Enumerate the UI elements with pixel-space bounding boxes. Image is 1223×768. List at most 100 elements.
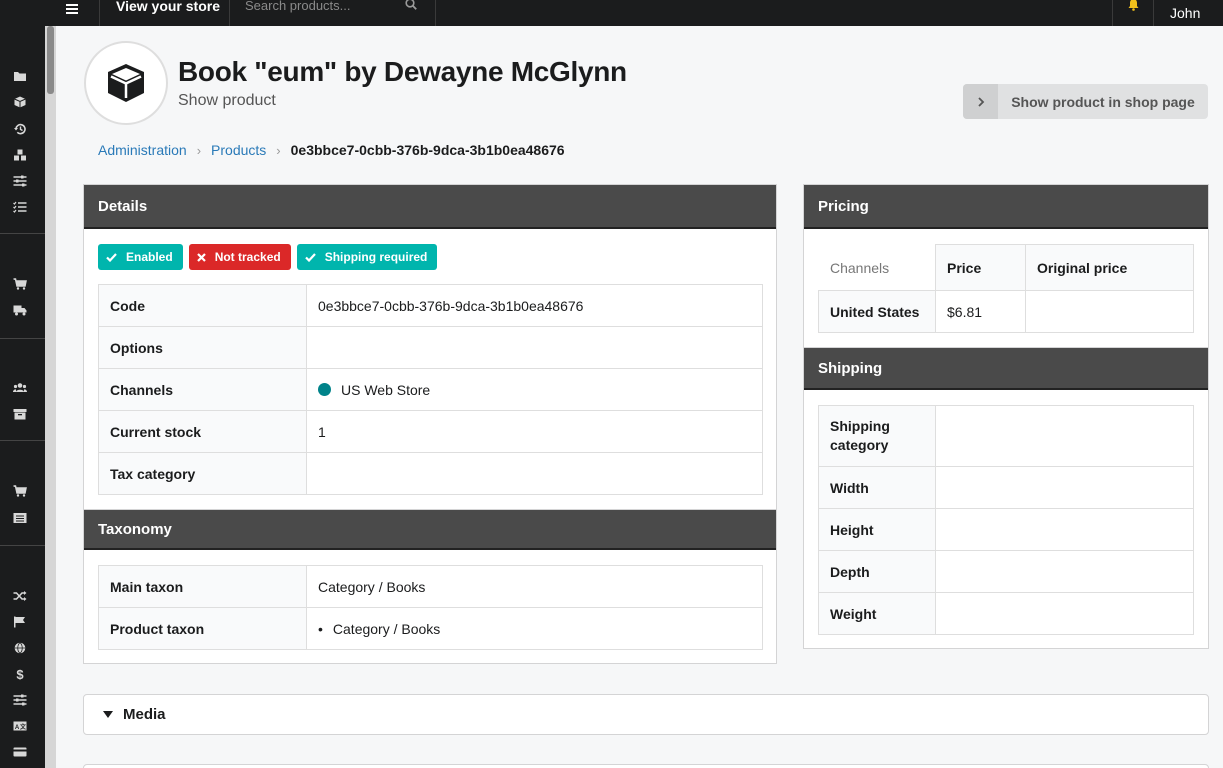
bell-icon — [1128, 0, 1139, 11]
cube-icon — [108, 64, 144, 102]
price-value: $6.81 — [935, 290, 1026, 333]
options-value — [306, 326, 763, 369]
enabled-badge: Enabled — [98, 244, 183, 270]
pricing-panel: Pricing Channels Price Original price Un… — [803, 184, 1209, 348]
archive-icon[interactable] — [13, 408, 27, 420]
tax-category-value — [306, 452, 763, 495]
table-row: Options — [98, 326, 763, 369]
sliders-icon-2[interactable] — [13, 694, 27, 706]
search-input[interactable]: Search products... — [231, 0, 436, 26]
breadcrumb-administration[interactable]: Administration — [98, 142, 187, 158]
table-row: Height — [818, 508, 1194, 551]
search-icon[interactable] — [405, 0, 417, 10]
show-in-shop-button[interactable]: Show product in shop page — [963, 84, 1208, 119]
x-icon — [196, 252, 206, 262]
truck-icon[interactable] — [13, 304, 27, 316]
page-title: Book "eum" by Dewayne McGlynn — [178, 56, 627, 87]
flag-icon[interactable] — [13, 616, 27, 628]
top-bar: View your store Search products... John — [0, 0, 1223, 26]
view-store-link[interactable]: View your store — [100, 0, 230, 26]
current-stock-value: 1 — [306, 410, 763, 453]
weight-value — [935, 592, 1194, 635]
sliders-icon[interactable] — [13, 175, 27, 187]
row-key: Main taxon — [98, 565, 307, 608]
shipping-required-badge: Shipping required — [296, 244, 438, 270]
media-accordion[interactable]: Media — [83, 694, 1209, 735]
channel-color-dot — [318, 382, 331, 396]
language-icon[interactable]: A文 — [13, 720, 27, 732]
pricing-heading: Pricing — [804, 185, 1208, 229]
notifications-button[interactable] — [1112, 0, 1154, 26]
depth-value — [935, 550, 1194, 593]
history-icon[interactable] — [13, 123, 27, 135]
shipping-table: Shipping category Width Height Depth Wei… — [818, 405, 1194, 635]
table-row: Shipping category — [818, 405, 1194, 467]
product-avatar — [84, 41, 168, 125]
details-table: Code 0e3bbce7-0cbb-376b-9dca-3b1b0ea4867… — [98, 284, 763, 495]
row-key: Options — [98, 326, 307, 369]
search-placeholder: Search products... — [245, 0, 351, 13]
sidebar: $ A文 — [0, 26, 56, 768]
chevron-right-icon: › — [276, 142, 281, 158]
globe-icon[interactable] — [13, 642, 27, 654]
row-key: Height — [818, 508, 936, 551]
show-in-shop-label: Show product in shop page — [1011, 93, 1195, 110]
sidebar-scrollbar[interactable] — [45, 26, 56, 768]
cubes-icon[interactable] — [13, 149, 27, 161]
tasks-icon[interactable] — [13, 201, 27, 213]
row-key: Current stock — [98, 410, 307, 453]
original-price-value — [1025, 290, 1194, 333]
channel-name: United States — [818, 290, 936, 333]
table-row: United States $6.81 — [818, 290, 1194, 333]
chevron-right-icon: › — [196, 142, 202, 158]
details-heading: Details — [84, 185, 776, 229]
svg-text:$: $ — [16, 668, 24, 680]
dollar-icon[interactable]: $ — [13, 668, 27, 680]
row-key: Channels — [98, 368, 307, 411]
shipping-category-value — [935, 405, 1194, 467]
channel-name: US Web Store — [341, 381, 431, 398]
page-subtitle: Show product — [178, 92, 276, 109]
cart-icon[interactable] — [13, 278, 27, 290]
table-row: Code 0e3bbce7-0cbb-376b-9dca-3b1b0ea4867… — [98, 284, 763, 327]
bullet: • — [318, 620, 323, 637]
folder-icon[interactable] — [13, 70, 27, 82]
table-row: Current stock 1 — [98, 410, 763, 453]
pricing-table: Channels Price Original price United Sta… — [818, 244, 1194, 333]
taxonomy-panel: Taxonomy Main taxon Category / Books Pro… — [83, 509, 777, 664]
shipping-heading: Shipping — [804, 348, 1208, 390]
svg-text:文: 文 — [19, 723, 27, 731]
height-value — [935, 508, 1194, 551]
main-taxon-value: Category / Books — [306, 565, 763, 608]
table-row: Main taxon Category / Books — [98, 565, 763, 608]
users-icon[interactable] — [13, 382, 27, 394]
row-key: Shipping category — [818, 405, 936, 467]
hamburger-icon — [65, 4, 78, 14]
row-key: Tax category — [98, 452, 307, 495]
column-header: Original price — [1025, 244, 1194, 291]
breadcrumb-products[interactable]: Products — [211, 142, 266, 158]
user-menu[interactable]: John — [1170, 6, 1200, 20]
credit-card-icon[interactable] — [13, 746, 27, 758]
table-header-row: Channels Price Original price — [818, 244, 1194, 291]
scrollbar-thumb[interactable] — [47, 26, 54, 94]
width-value — [935, 466, 1194, 509]
cube-icon[interactable] — [13, 96, 27, 108]
cart-arrow-icon[interactable] — [13, 485, 27, 497]
row-key: Depth — [818, 550, 936, 593]
next-section — [83, 764, 1209, 768]
breadcrumb-current: 0e3bbce7-0cbb-376b-9dca-3b1b0ea48676 — [290, 142, 565, 158]
row-key: Code — [98, 284, 307, 327]
status-labels: Enabled Not tracked Shipping required — [98, 244, 438, 270]
table-row: Depth — [818, 550, 1194, 593]
channels-cell: US Web Store — [306, 368, 763, 411]
column-header: Channels — [818, 244, 936, 291]
shuffle-icon[interactable] — [13, 590, 27, 602]
details-panel: Details Enabled Not tracked Shipping req… — [83, 184, 777, 510]
menu-toggle-button[interactable] — [44, 0, 100, 26]
table-row: Product taxon • Category / Books — [98, 607, 763, 650]
list-icon[interactable] — [13, 512, 27, 524]
row-key: Product taxon — [98, 607, 307, 650]
product-taxon-value: Category / Books — [332, 620, 441, 637]
taxonomy-heading: Taxonomy — [84, 510, 776, 550]
